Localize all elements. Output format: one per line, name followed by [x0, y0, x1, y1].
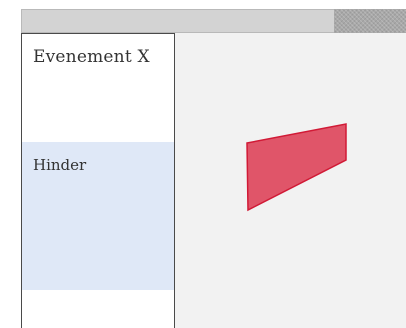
top-bar-handle[interactable]	[334, 9, 406, 33]
top-bar	[21, 9, 406, 33]
obstacle-shape[interactable]	[246, 123, 347, 212]
app-window: Evenement X Hinder	[0, 0, 406, 328]
canvas-svg	[246, 123, 347, 212]
sidebar-panel: Evenement X Hinder	[21, 33, 175, 328]
hinder-label: Hinder	[33, 156, 87, 174]
drawing-canvas[interactable]	[175, 33, 406, 328]
event-title[interactable]: Evenement X	[33, 47, 150, 67]
hinder-section[interactable]: Hinder	[22, 142, 174, 290]
